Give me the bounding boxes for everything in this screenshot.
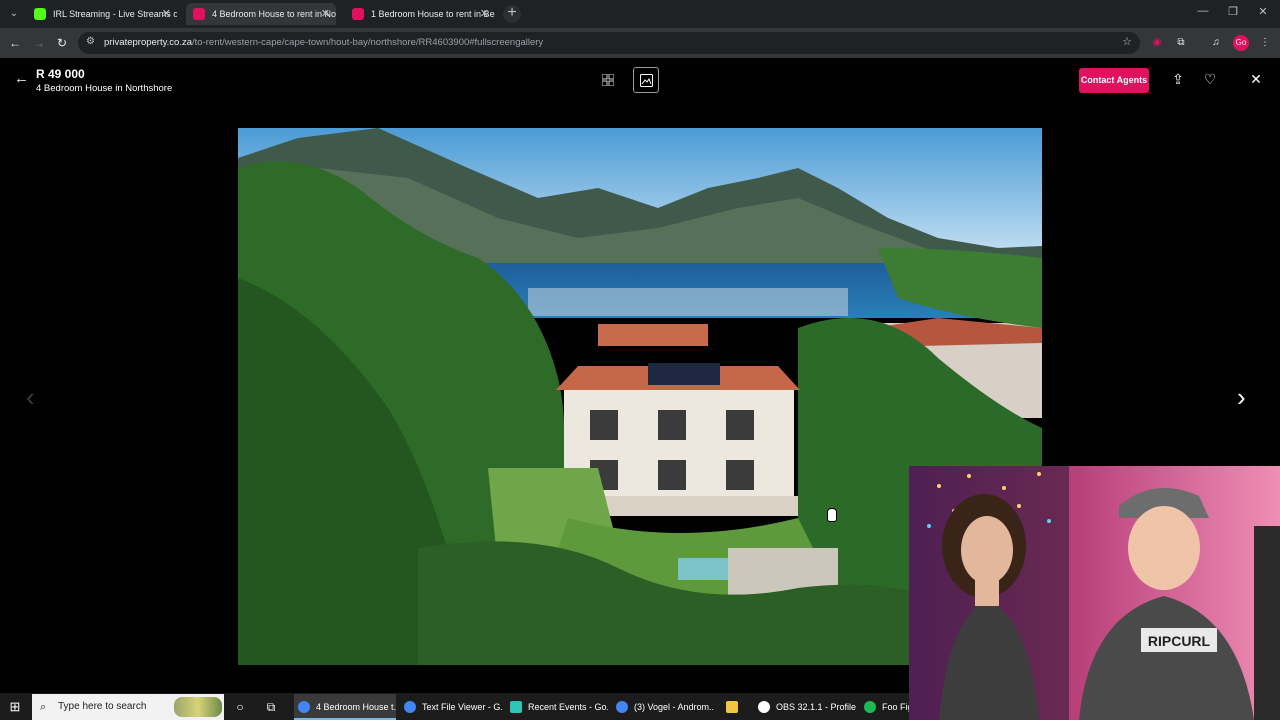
taskbar-app-label: Recent Events - Go... (528, 702, 608, 712)
browser-tab-strip: ⌄ IRL Streaming - Live Streams on ✕ 4 Be… (0, 0, 1280, 28)
media-icon[interactable]: ♫ (1208, 35, 1224, 51)
windows-start-icon[interactable]: ⊞ (7, 699, 23, 715)
webcam-video-image: RIPCURL (909, 466, 1280, 720)
url-text[interactable]: privateproperty.co.za/to-rent/western-ca… (104, 32, 543, 54)
search-highlight-image (174, 697, 222, 717)
shirt-logo-text: RIPCURL (1148, 633, 1211, 649)
taskbar-app-label: (3) Vogel - Androm... (634, 702, 714, 712)
contact-agents-button[interactable]: Contact Agents (1079, 68, 1149, 93)
chevron-left-icon[interactable]: ‹ (26, 383, 35, 411)
url-path: /to-rent/western-cape/cape-town/hout-bay… (192, 37, 544, 48)
tab-title: 4 Bedroom House to rent in No (212, 9, 336, 19)
restore-icon[interactable]: ❐ (1221, 5, 1245, 18)
search-placeholder: Type here to search (58, 701, 147, 712)
url-domain: privateproperty.co.za (104, 37, 193, 48)
taskbar-app-label: Foo Fig (882, 702, 909, 712)
extensions-icon[interactable]: ⧉ (1173, 35, 1189, 51)
reload-icon[interactable]: ↻ (53, 34, 71, 52)
taskbar-app-chrome-house[interactable]: 4 Bedroom House t... (294, 694, 396, 720)
profile-icon[interactable]: Go (1233, 35, 1249, 51)
tab-close-icon[interactable]: ✕ (321, 3, 330, 25)
grid-view-icon[interactable] (595, 67, 621, 93)
listing-title: 4 Bedroom House in Northshore (36, 83, 173, 94)
screen: ⌄ IRL Streaming - Live Streams on ✕ 4 Be… (0, 0, 1280, 720)
forward-icon[interactable]: → (30, 34, 48, 52)
heart-icon[interactable]: ♡ (1201, 70, 1219, 88)
folder-icon (726, 701, 738, 713)
taskbar-app-label: OBS 32.1.1 - Profile:... (776, 702, 856, 712)
tab-4-bedroom-house[interactable]: 4 Bedroom House to rent in No ✕ (186, 3, 336, 25)
taskbar-app-text-viewer[interactable]: Text File Viewer - G... (400, 694, 502, 720)
private-property-favicon-icon (352, 8, 364, 20)
taskbar-app-label: Text File Viewer - G... (422, 702, 502, 712)
bookmark-star-icon[interactable]: ☆ (1122, 35, 1132, 48)
new-tab-button[interactable]: + (503, 5, 521, 23)
tab-title: IRL Streaming - Live Streams on (53, 9, 177, 19)
tab-close-icon[interactable]: ✕ (480, 3, 489, 25)
spotify-icon (864, 701, 876, 713)
window-close-icon[interactable]: ✕ (1251, 5, 1275, 18)
taskbar-app-recent-events[interactable]: Recent Events - Go... (506, 694, 608, 720)
hand-cursor-icon (827, 508, 837, 522)
search-icon: ⌕ (40, 701, 47, 713)
kick-favicon-icon (34, 8, 46, 20)
webcam-overlay: RIPCURL (909, 466, 1280, 720)
taskbar-app-file-explorer[interactable] (722, 694, 746, 720)
taskbar-search-input[interactable]: ⌕ Type here to search (32, 694, 224, 720)
taskbar-app-vogel[interactable]: (3) Vogel - Androm... (612, 694, 714, 720)
taskbar-app-spotify[interactable]: Foo Fig (860, 694, 909, 720)
windows-taskbar: ⊞ ⌕ Type here to search ○ ⧉ 4 Bedroom Ho… (0, 693, 909, 720)
tab-close-icon[interactable]: ✕ (162, 3, 171, 25)
chrome-icon (298, 701, 310, 713)
tab-irl-streaming[interactable]: IRL Streaming - Live Streams on ✕ (27, 3, 177, 25)
gallery-header: ← R 49 000 4 Bedroom House in Northshore… (0, 58, 1280, 102)
back-icon[interactable]: ← (6, 34, 24, 52)
taskbar-app-obs[interactable]: OBS 32.1.1 - Profile:... (754, 694, 856, 720)
taskbar-app-label: 4 Bedroom House t... (316, 702, 396, 712)
image-view-icon[interactable] (633, 67, 659, 93)
listing-price: R 49 000 (36, 67, 85, 81)
address-bar[interactable]: ⚙ privateproperty.co.za/to-rent/western-… (78, 32, 1140, 54)
cortana-icon[interactable]: ○ (232, 699, 248, 715)
app-icon (510, 701, 522, 713)
tab-search-icon[interactable]: ⌄ (8, 7, 20, 21)
kebab-menu-icon[interactable]: ⋮ (1257, 35, 1273, 51)
site-info-icon[interactable]: ⚙ (86, 36, 95, 47)
chrome-icon (404, 701, 416, 713)
tab-title: 1 Bedroom House to rent in Be (371, 9, 495, 19)
share-icon[interactable]: ⇪ (1169, 70, 1187, 88)
browser-toolbar: ← → ↻ ⚙ privateproperty.co.za/to-rent/we… (0, 28, 1280, 58)
extension-badge-icon[interactable]: ◉ (1149, 35, 1165, 51)
back-arrow-icon[interactable]: ← (14, 70, 32, 88)
minimize-icon[interactable]: — (1191, 5, 1215, 17)
obs-icon (758, 701, 770, 713)
tab-1-bedroom-house[interactable]: 1 Bedroom House to rent in Be ✕ (345, 3, 495, 25)
chevron-right-icon[interactable]: › (1237, 383, 1246, 411)
task-view-icon[interactable]: ⧉ (263, 699, 279, 715)
chrome-icon (616, 701, 628, 713)
private-property-favicon-icon (193, 8, 205, 20)
close-icon[interactable]: ✕ (1247, 70, 1265, 88)
